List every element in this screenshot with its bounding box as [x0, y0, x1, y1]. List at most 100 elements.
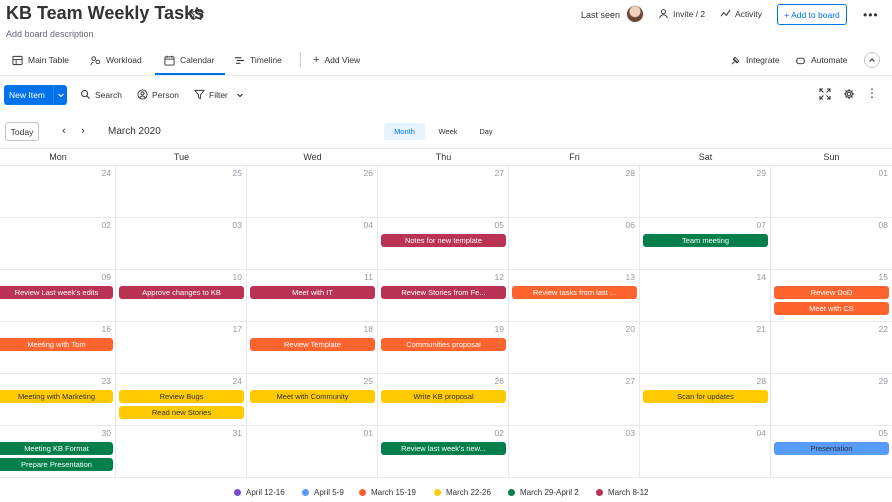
calendar-event[interactable]: Approve changes to KB [119, 286, 244, 299]
calendar-day-cell[interactable]: 03 [509, 426, 640, 478]
calendar-event[interactable]: Meet with CS [774, 302, 889, 315]
calendar-day-cell[interactable]: 03 [116, 218, 247, 270]
calendar-day-cell[interactable]: 27 [378, 166, 509, 218]
calendar-day-cell[interactable]: 01 [771, 166, 892, 218]
calendar-day-cell[interactable]: 28 [509, 166, 640, 218]
mode-day-button[interactable]: Day [470, 123, 502, 140]
calendar-event[interactable]: Notes for new template [381, 234, 506, 247]
automate-button[interactable]: Automate [795, 52, 847, 68]
tab-main-table[interactable]: Main Table [12, 52, 69, 68]
calendar-event[interactable]: Meet with IT [250, 286, 375, 299]
more-options-icon[interactable]: ••• [863, 8, 879, 22]
settings-icon[interactable] [843, 88, 855, 100]
board-title[interactable]: KB Team Weekly Tasks [6, 3, 204, 24]
tab-workload[interactable]: Workload [90, 52, 142, 68]
search-button[interactable]: Search [80, 89, 122, 100]
collapse-header-button[interactable] [864, 52, 880, 68]
calendar-event[interactable]: Review Bugs [119, 390, 244, 403]
calendar-day-cell[interactable]: 17 [116, 322, 247, 374]
calendar-day-cell[interactable]: 20 [509, 322, 640, 374]
calendar-event[interactable]: Presentation [774, 442, 889, 455]
calendar-event[interactable]: Meet with Community [250, 390, 375, 403]
calendar-day-cell[interactable]: 04 [640, 426, 771, 478]
calendar-event[interactable]: Review Template [250, 338, 375, 351]
calendar-event[interactable]: Read new Stories [119, 406, 244, 419]
day-number: 26 [494, 376, 504, 386]
legend-item: March 29-April 2 [508, 488, 579, 497]
calendar-day-cell[interactable]: 14 [640, 270, 771, 322]
calendar-event[interactable]: Write KB proposal [381, 390, 506, 403]
next-month-icon[interactable]: › [78, 124, 88, 138]
board-description[interactable]: Add board description [6, 29, 94, 39]
calendar-day-cell[interactable]: 27 [509, 374, 640, 426]
calendar-day-cell[interactable]: 08 [771, 218, 892, 270]
calendar-event[interactable]: Review tasks from last ... [512, 286, 637, 299]
person-filter-button[interactable]: Person [137, 89, 179, 100]
day-number: 11 [364, 272, 373, 282]
mode-month-button[interactable]: Month [384, 123, 425, 140]
calendar-event[interactable]: Review DoD [774, 286, 889, 299]
integrate-icon [731, 56, 740, 64]
legend-item: March 8-12 [596, 488, 648, 497]
day-number: 07 [756, 220, 766, 230]
calendar-grid: Mon Tue Wed Thu Fri Sat Sun 24 25 26 27 28 29 01 02 03 0… [0, 148, 892, 478]
calendar-day-cell[interactable]: 29 [640, 166, 771, 218]
plus-icon: + [313, 54, 320, 66]
activity-button[interactable]: Activity [720, 8, 762, 19]
last-seen-label[interactable]: Last seen [581, 10, 620, 20]
integrate-button[interactable]: Integrate [730, 52, 780, 68]
mode-week-button[interactable]: Week [430, 123, 466, 140]
table-icon [12, 55, 23, 65]
calendar-day-cell[interactable]: 04 [247, 218, 378, 270]
calendar-event[interactable]: Review Last week's edits [0, 286, 113, 299]
calendar-event[interactable]: Prepare Presentation [0, 458, 113, 471]
calendar-event[interactable]: Meeting KB Format [0, 442, 113, 455]
tab-main-table-label: Main Table [28, 55, 69, 65]
calendar-event[interactable]: Team meeting [643, 234, 768, 247]
calendar-day-cell[interactable]: 25 [116, 166, 247, 218]
add-to-board-button[interactable]: + Add to board [777, 4, 847, 25]
weekday-header: Sun [823, 152, 840, 162]
calendar-day-cell[interactable]: 26 [247, 166, 378, 218]
calendar-day-cell[interactable]: 24 [0, 166, 116, 218]
calendar-day-cell[interactable]: 01 [247, 426, 378, 478]
day-number: 18 [363, 324, 373, 334]
integrate-label: Integrate [746, 55, 780, 65]
calendar-event[interactable]: Review last week's new... [381, 442, 506, 455]
today-button[interactable]: Today [5, 122, 39, 141]
star-icon[interactable] [189, 6, 205, 22]
calendar-event[interactable]: Meeting with Tom [0, 338, 113, 351]
robot-icon [795, 57, 806, 64]
weekday-header: Tue [173, 152, 190, 162]
invite-button[interactable]: Invite / 2 [658, 8, 705, 19]
more-options-icon[interactable]: ⋮ [866, 86, 879, 100]
calendar-day-cell[interactable]: 02 [0, 218, 116, 270]
month-title: March 2020 [108, 126, 161, 137]
calendar-day-cell[interactable]: 31 [116, 426, 247, 478]
add-view-button[interactable]: + Add View [313, 52, 360, 68]
calendar-day-cell[interactable]: 29 [771, 374, 892, 426]
legend-item: March 22-26 [434, 488, 491, 497]
day-number: 27 [494, 168, 504, 178]
calendar-event[interactable]: Scan for updates [643, 390, 768, 403]
calendar-day-cell[interactable]: 06 [509, 218, 640, 270]
legend-color-dot [434, 489, 441, 496]
chevron-down-icon[interactable] [53, 85, 67, 105]
tab-calendar[interactable]: Calendar [164, 52, 215, 68]
avatar[interactable] [626, 5, 644, 23]
calendar-event[interactable]: Meeting with Marketing [0, 390, 113, 403]
activity-icon [720, 9, 731, 17]
new-item-button[interactable]: New Item [4, 85, 67, 105]
calendar-day-cell[interactable]: 22 [771, 322, 892, 374]
previous-month-icon[interactable]: ‹ [59, 124, 69, 138]
legend: April 12-16 April 5-9 March 15-19 March 22-… [0, 488, 892, 500]
calendar-event[interactable]: Review Stories from Fe... [381, 286, 506, 299]
legend-color-dot [508, 489, 515, 496]
day-number: 01 [363, 428, 373, 438]
filter-button[interactable]: Filter [194, 89, 244, 100]
legend-label: April 5-9 [314, 488, 344, 497]
calendar-day-cell[interactable]: 21 [640, 322, 771, 374]
calendar-event[interactable]: Communities proposal [381, 338, 506, 351]
tab-timeline[interactable]: Timeline [234, 52, 282, 68]
fullscreen-icon[interactable] [819, 88, 831, 100]
